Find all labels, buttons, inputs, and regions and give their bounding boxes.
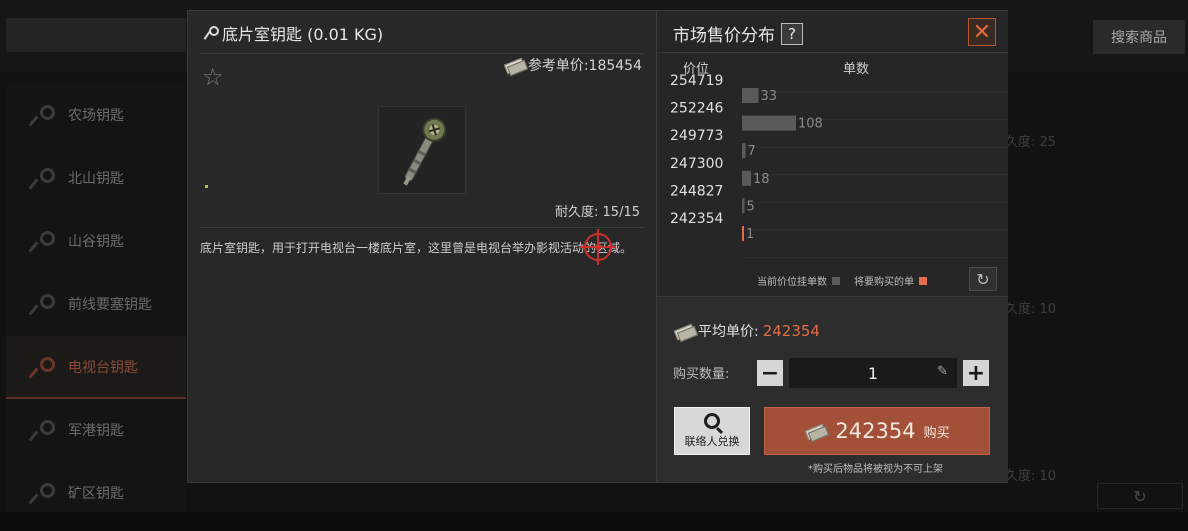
legend-buy-label: 将要购买的单 (854, 277, 914, 288)
order-count-bar (742, 88, 759, 103)
price-tick-label: 244827 (670, 183, 723, 199)
order-count-bar (742, 143, 746, 159)
game-screen: 搜索商品 农场钥匙北山钥匙山谷钥匙前线要塞钥匙 电视台钥匙军港钥匙矿区钥匙 久度:… (0, 0, 1188, 531)
background-list-item: 山谷钥匙 (6, 210, 186, 273)
key-icon (28, 355, 55, 379)
quantity-input[interactable]: 1 ✎ (789, 358, 957, 388)
item-title-text: 底片室钥匙 (0.01 KG) (222, 25, 384, 44)
quantity-stepper: − 1 ✎ + (757, 358, 991, 388)
key-item-icon (403, 117, 447, 186)
durability-text: 耐久度: 15/15 (555, 205, 640, 220)
background-list-item-label: 矿区钥匙 (68, 486, 124, 502)
key-icon (28, 229, 55, 253)
price-tick-label: 254719 (670, 73, 723, 89)
crosshair-cursor-icon (580, 229, 616, 265)
quantity-label: 购买数量: (673, 367, 730, 382)
background-list-item: 北山钥匙 (6, 147, 186, 210)
money-icon (503, 58, 525, 72)
background-list-item-label: 北山钥匙 (68, 171, 124, 187)
purchase-dialog: 底片室钥匙 (0.01 KG) ☆ 参考单价:185454 耐久度: 15/15… (187, 10, 1008, 483)
background-durability-text: 久度: 10 (1005, 469, 1057, 484)
decrease-quantity-button[interactable]: − (757, 360, 783, 386)
legend-current-swatch (832, 276, 840, 285)
order-count-label: 5 (747, 199, 755, 214)
increase-quantity-button[interactable]: + (963, 360, 989, 386)
description-divider (200, 227, 644, 228)
purchase-area: 平均单价: 242354 购买数量: − 1 ✎ + 联络人兑换 242354 … (657, 296, 1008, 482)
order-count-label: 108 (798, 117, 823, 132)
quantity-value: 1 (867, 363, 879, 383)
close-button[interactable]: ✕ (968, 18, 996, 46)
item-title: 底片室钥匙 (0.01 KG) (202, 21, 383, 45)
average-price-label: 平均单价: (698, 324, 759, 340)
key-icon (28, 292, 55, 316)
order-count-label: 18 (753, 172, 770, 187)
buy-button[interactable]: 242354 购买 (764, 407, 990, 455)
background-list-item-label: 农场钥匙 (68, 108, 124, 124)
key-icon (28, 481, 55, 505)
title-divider (200, 53, 644, 54)
buy-price: 242354 (835, 419, 916, 443)
key-tag-icon (202, 25, 219, 41)
buy-order-bar (742, 226, 744, 241)
price-distribution-chart: 254719 33 252246 108 249773 7 247300 18 244827 5 2… (670, 73, 1008, 259)
help-icon[interactable]: ? (781, 22, 803, 45)
market-title: 市场售价分布 ? (673, 21, 803, 46)
refresh-button[interactable]: ↻ (969, 267, 997, 291)
price-tick-label: 252246 (670, 101, 724, 117)
price-tick-label: 242354 (670, 211, 724, 227)
average-price-value: 242354 (762, 322, 820, 340)
background-list-item-label: 山谷钥匙 (68, 234, 124, 250)
money-icon (804, 424, 826, 438)
background-search-field (6, 18, 186, 52)
background-list-item-label: 前线要塞钥匙 (68, 297, 152, 313)
chart-legend: 当前价位挂单数 将要购买的单 (757, 273, 927, 288)
price-tick-label: 247300 (670, 156, 723, 172)
reference-price: 参考单价:185454 (503, 55, 642, 75)
key-icon (28, 103, 55, 127)
market-panel: 市场售价分布 ? ✕ 价位 单数 254719 33 252246 108 249773… (657, 11, 1008, 482)
key-icon (28, 418, 55, 442)
contact-exchange-button[interactable]: 联络人兑换 (674, 407, 750, 455)
background-list-item: 前线要塞钥匙 (6, 273, 186, 336)
average-price: 平均单价: 242354 (673, 321, 820, 341)
order-count-bar (742, 115, 796, 131)
order-count-label: 7 (748, 144, 756, 159)
key-icon (28, 166, 55, 190)
legend-buy-swatch (919, 276, 927, 285)
background-list-item: 农场钥匙 (6, 84, 186, 147)
item-detail-panel: 底片室钥匙 (0.01 KG) ☆ 参考单价:185454 耐久度: 15/15… (188, 11, 656, 482)
money-icon (673, 324, 695, 338)
market-title-text: 市场售价分布 (673, 26, 775, 46)
order-count-label: 1 (746, 227, 754, 242)
legend-current-label: 当前价位挂单数 (757, 277, 827, 288)
background-refresh-icon: ↻ (1097, 483, 1183, 509)
order-count-bar (742, 198, 745, 214)
price-tick-label: 249773 (670, 128, 723, 144)
magnifier-icon (704, 413, 720, 429)
status-dot (205, 185, 208, 188)
background-list-item: 电视台钥匙 (6, 336, 186, 399)
background-key-list: 农场钥匙北山钥匙山谷钥匙前线要塞钥匙 电视台钥匙军港钥匙矿区钥匙 (6, 84, 186, 525)
contact-exchange-label: 联络人兑换 (684, 435, 740, 448)
item-description: 底片室钥匙，用于打开电视台一楼底片室，这里曾是电视台举办影视活动的区域。 (200, 241, 633, 255)
background-durability-text: 久度: 25 (1005, 135, 1057, 150)
background-list-item: 军港钥匙 (6, 399, 186, 462)
order-count-label: 33 (761, 89, 778, 104)
buy-label: 购买 (923, 425, 950, 441)
background-bottom-bar (0, 512, 1188, 531)
order-count-bar (742, 170, 751, 186)
reference-price-text: 参考单价:185454 (527, 58, 642, 74)
background-durability-text: 久度: 10 (1005, 302, 1057, 317)
background-list-item-label: 军港钥匙 (68, 423, 124, 439)
background-search-button: 搜索商品 (1093, 20, 1185, 54)
purchase-note: *购买后物品将被视为不可上架 (808, 464, 943, 475)
background-list-item-label: 电视台钥匙 (68, 359, 138, 376)
pencil-icon: ✎ (937, 364, 948, 379)
favorite-star-icon[interactable]: ☆ (202, 63, 224, 91)
item-image (378, 106, 466, 194)
